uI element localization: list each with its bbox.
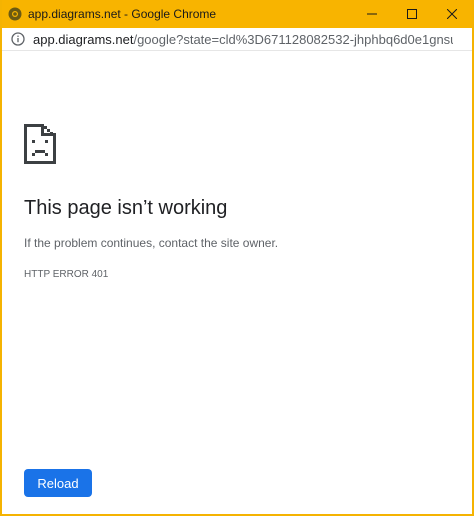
title-bar[interactable]: app.diagrams.net - Google Chrome (2, 0, 472, 28)
error-description: If the problem continues, contact the si… (24, 236, 279, 250)
info-icon[interactable] (11, 32, 25, 46)
window-controls (352, 0, 472, 28)
window-title: app.diagrams.net - Google Chrome (28, 7, 217, 21)
close-button[interactable] (432, 0, 472, 28)
sad-page-icon (24, 124, 56, 164)
url-path: /google?state=cld%3D671128082532-jhphbq6… (133, 31, 453, 47)
address-bar[interactable]: app.diagrams.net/google?state=cld%3D6711… (2, 28, 472, 51)
url-text[interactable]: app.diagrams.net/google?state=cld%3D6711… (33, 32, 453, 47)
chrome-icon (8, 7, 22, 21)
error-code: HTTP ERROR 401 (24, 269, 109, 280)
minimize-button[interactable] (352, 0, 392, 28)
close-icon (447, 9, 457, 19)
reload-button[interactable]: Reload (24, 469, 92, 497)
browser-window: app.diagrams.net - Google Chrome app.dia… (0, 0, 474, 516)
minimize-icon (367, 13, 377, 15)
url-host: app.diagrams.net (33, 31, 134, 47)
maximize-button[interactable] (392, 0, 432, 28)
maximize-icon (407, 9, 417, 19)
error-heading: This page isn’t working (24, 197, 228, 219)
